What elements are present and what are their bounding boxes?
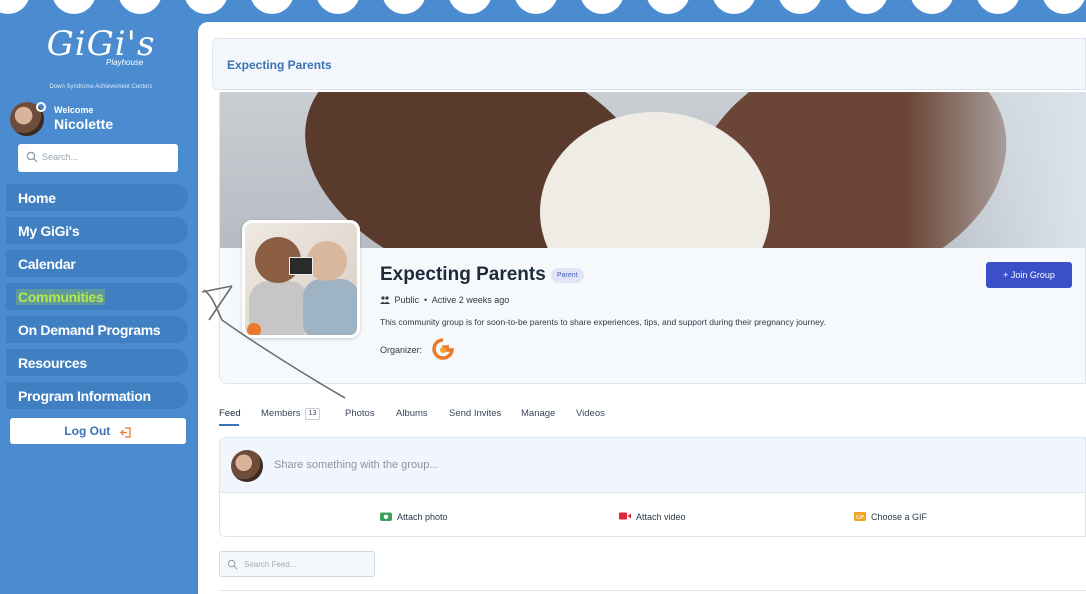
logout-button[interactable]: Log Out: [10, 418, 186, 444]
tab-feed[interactable]: Feed: [219, 408, 241, 419]
feed-search-input[interactable]: Search Feed...: [244, 560, 296, 569]
sidebar-item-home[interactable]: Home: [6, 184, 188, 211]
welcome-label: Welcome: [54, 105, 94, 115]
search-input[interactable]: Search...: [42, 152, 78, 162]
group-meta: Public • Active 2 weeks ago: [380, 295, 509, 305]
sidebar-item-label: Home: [18, 190, 56, 206]
tab-albums[interactable]: Albums: [396, 408, 428, 419]
tab-send-invites[interactable]: Send Invites: [449, 408, 501, 419]
group-avatar-image[interactable]: [242, 220, 360, 338]
search-icon: [26, 151, 38, 163]
action-label: Attach photo: [397, 512, 448, 522]
sidebar-item-calendar[interactable]: Calendar: [6, 250, 188, 277]
brand-badge-icon: [247, 323, 261, 335]
tab-photos[interactable]: Photos: [345, 408, 375, 419]
sidebar-item-program-information[interactable]: Program Information: [6, 382, 188, 409]
svg-text:GIF: GIF: [856, 515, 864, 521]
group-description: This community group is for soon-to-be p…: [380, 317, 826, 327]
members-count-badge: 13: [304, 408, 321, 420]
logout-label: Log Out: [64, 424, 111, 438]
sidebar-item-label: Resources: [18, 355, 87, 371]
sidebar-item-label: Program Information: [18, 388, 151, 404]
sidebar-item-communities[interactable]: Communities: [6, 283, 188, 310]
group-visibility: Public: [394, 295, 420, 305]
composer-input-area[interactable]: Share something with the group...: [220, 438, 1085, 493]
choose-gif-button[interactable]: GIF Choose a GIF: [854, 511, 927, 522]
tab-members[interactable]: Members 13: [261, 408, 321, 420]
sidebar-item-on-demand-programs[interactable]: On Demand Programs: [6, 316, 188, 343]
action-label: Attach video: [636, 512, 686, 522]
page-title: Expecting Parents: [227, 58, 332, 72]
user-name: Nicolette: [54, 116, 114, 132]
feed-list: [219, 590, 1086, 594]
sidebar-item-my-gigis[interactable]: My GiGi's: [6, 217, 188, 244]
organizer-label: Organizer:: [380, 345, 423, 355]
feed-search[interactable]: Search Feed...: [219, 551, 375, 577]
sidebar-item-label: Calendar: [18, 256, 76, 272]
attach-photo-button[interactable]: Attach photo: [380, 511, 448, 522]
sidebar-item-label: My GiGi's: [18, 223, 80, 239]
action-label: Choose a GIF: [871, 512, 928, 522]
logo-sub: Playhouse: [106, 58, 144, 67]
gif-icon: GIF: [854, 512, 866, 521]
tab-videos[interactable]: Videos: [576, 408, 605, 419]
people-icon: [380, 296, 390, 304]
sidebar-nav: Home My GiGi's Calendar Communities On D…: [6, 184, 188, 415]
organizer-avatar-icon[interactable]: [432, 338, 454, 360]
sidebar-item-label: On Demand Programs: [18, 322, 161, 338]
user-welcome: Welcome Nicolette: [10, 102, 190, 138]
logout-icon: [119, 427, 131, 438]
composer-input[interactable]: Share something with the group...: [274, 459, 438, 471]
sidebar-search[interactable]: Search...: [18, 144, 178, 172]
group-activity: Active 2 weeks ago: [431, 295, 510, 305]
gigis-logo[interactable]: GiGi's Playhouse Down Syndrome Achieveme…: [36, 26, 166, 90]
sidebar: GiGi's Playhouse Down Syndrome Achieveme…: [6, 18, 194, 594]
logo-mark: GiGi's: [46, 24, 156, 64]
join-group-button[interactable]: + Join Group: [986, 262, 1072, 288]
video-icon: [619, 512, 631, 520]
attach-video-button[interactable]: Attach video: [619, 511, 686, 522]
main-panel: Expecting Parents Expecting Parents Pare…: [198, 22, 1086, 594]
camera-icon: [380, 512, 392, 521]
scalloped-border: [0, 0, 1086, 18]
group-type-badge: Parent: [551, 268, 584, 283]
group-tabs: Feed Members 13 Photos Albums Send Invite…: [219, 404, 1079, 426]
tab-manage[interactable]: Manage: [521, 408, 555, 419]
group-name: Expecting Parents: [380, 264, 546, 285]
group-card: Expecting Parents Parent Public • Active…: [219, 92, 1086, 384]
logo-tagline: Down Syndrome Achievement Centers: [49, 84, 153, 90]
sidebar-item-resources[interactable]: Resources: [6, 349, 188, 376]
avatar: [231, 450, 263, 482]
meta-separator: •: [421, 295, 430, 305]
active-tab-indicator: [219, 424, 239, 426]
search-icon: [227, 559, 238, 570]
tab-label: Members: [261, 408, 301, 419]
sidebar-item-label: Communities: [16, 289, 106, 305]
post-composer: Share something with the group... Attach…: [219, 437, 1086, 537]
status-ring-icon: [36, 102, 46, 112]
page-header: Expecting Parents: [212, 38, 1086, 90]
avatar[interactable]: [10, 102, 46, 136]
